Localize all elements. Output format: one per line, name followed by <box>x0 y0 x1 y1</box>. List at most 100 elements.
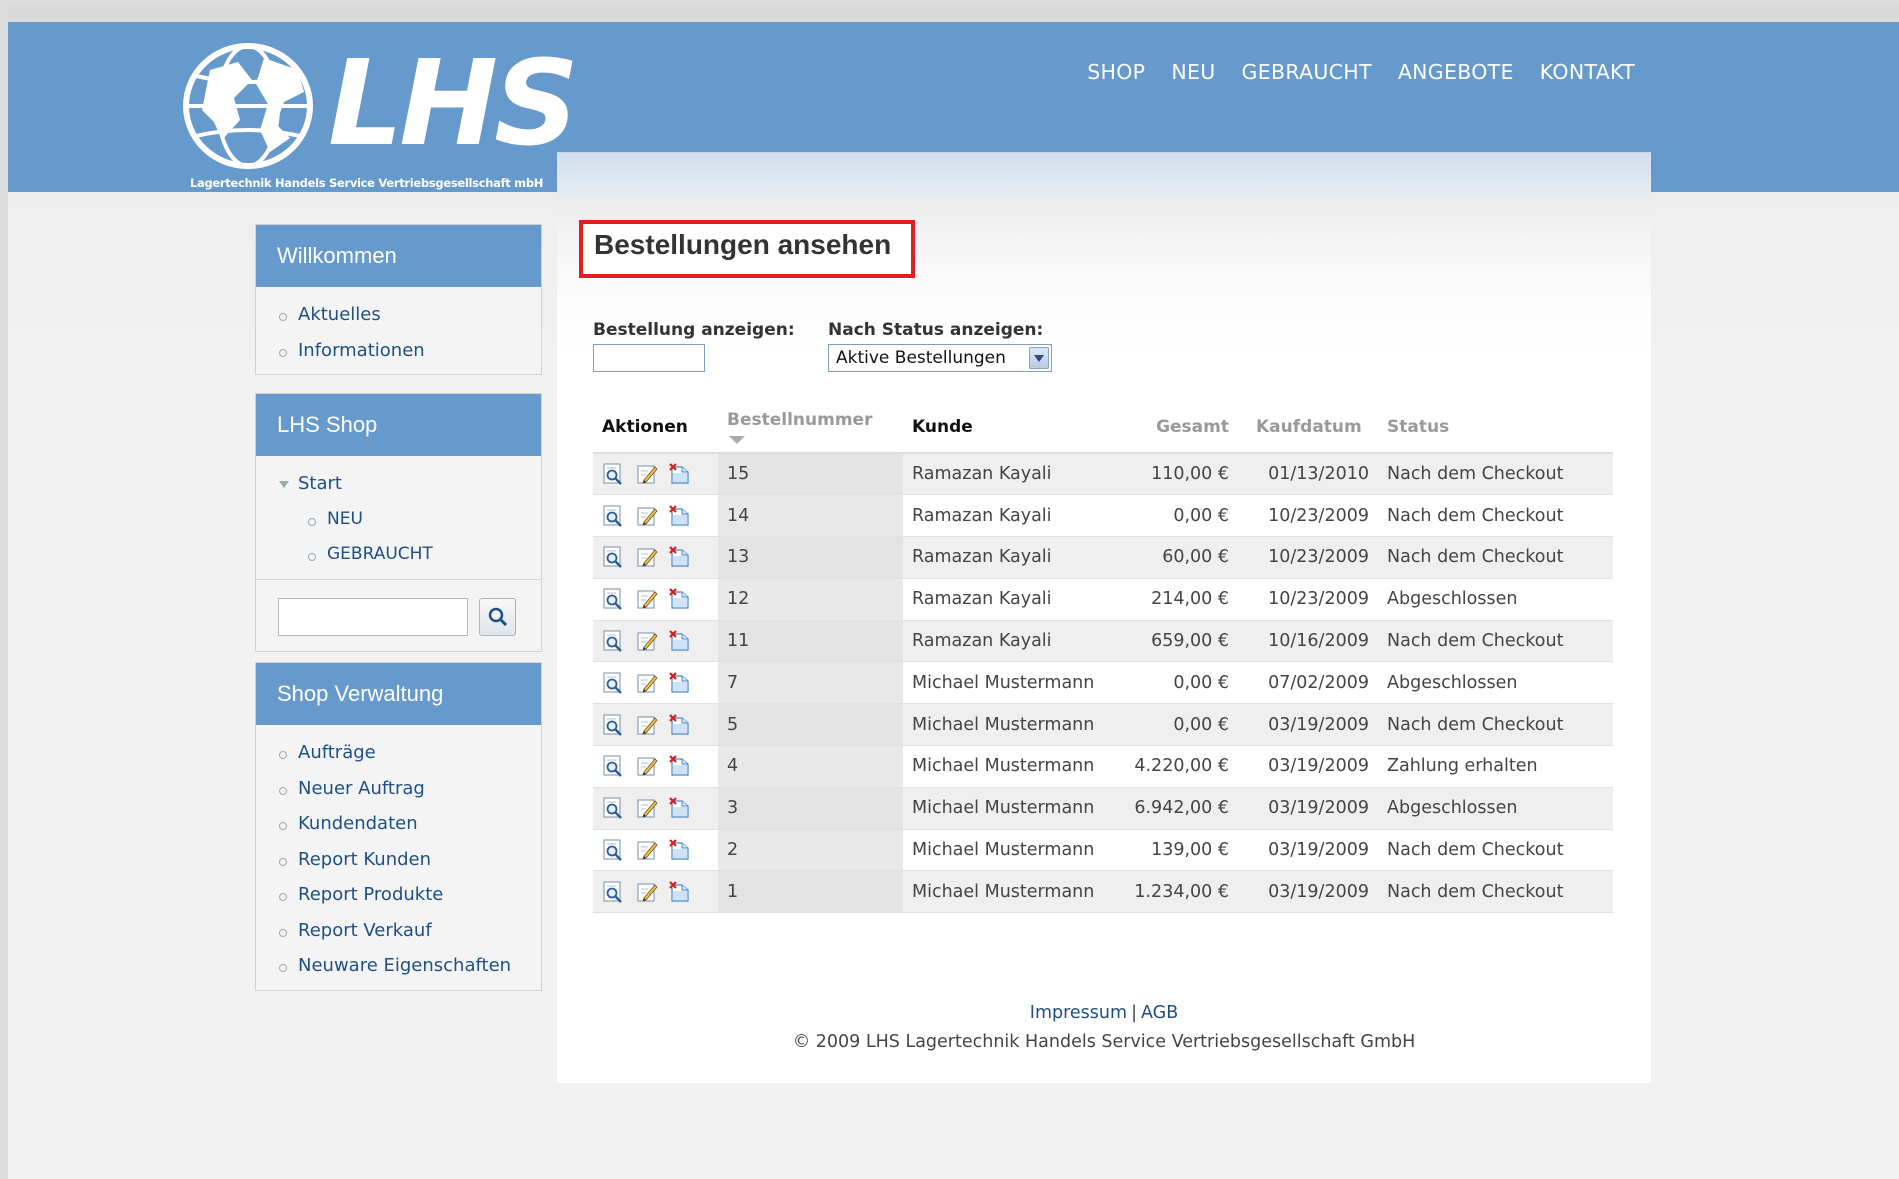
col-header-total[interactable]: Gesamt <box>1108 401 1238 453</box>
magnifier-icon[interactable] <box>602 755 624 778</box>
topnav-shop[interactable]: SHOP <box>1087 60 1145 84</box>
cell-total: 1.234,00 € <box>1108 870 1238 914</box>
sidebar-item-gebraucht[interactable]: GEBRAUCHT <box>256 537 541 573</box>
magnifier-icon[interactable] <box>602 505 624 527</box>
edit-icon[interactable] <box>636 630 658 652</box>
magnifier-icon[interactable] <box>602 546 624 569</box>
logo[interactable]: LHS Lagertechnik Handels Service Vertrie… <box>180 40 579 200</box>
status-select[interactable]: Aktive Bestellungen <box>828 344 1052 372</box>
delete-icon[interactable] <box>669 755 691 777</box>
cell-status: Abgeschlossen <box>1378 661 1613 705</box>
cell-order-number[interactable]: 14 <box>718 494 903 538</box>
magnifier-icon[interactable] <box>602 881 624 903</box>
table-row: 13 Ramazan Kayali 60,00 € 10/23/2009 Nac… <box>593 536 1613 579</box>
cell-customer: Michael Mustermann <box>903 787 1108 830</box>
sidebar-item-report-kunden[interactable]: Report Kunden <box>256 842 541 878</box>
footer-agb-link[interactable]: AGB <box>1141 1003 1178 1023</box>
delete-icon[interactable] <box>669 797 691 819</box>
cell-order-number[interactable]: 12 <box>718 578 903 621</box>
table-row: 4 Michael Mustermann 4.220,00 € 03/19/20… <box>593 745 1613 788</box>
magnifier-icon[interactable] <box>602 714 624 736</box>
sidebar-item-kundendaten[interactable]: Kundendaten <box>256 806 541 842</box>
sidebar-search-button[interactable] <box>479 597 516 636</box>
orders-table: Aktionen Bestellnummer Kunde Gesamt Kauf… <box>593 401 1613 914</box>
magnifier-icon[interactable] <box>602 463 624 485</box>
cell-date: 03/19/2009 <box>1238 870 1378 914</box>
delete-icon[interactable] <box>669 881 691 903</box>
cell-total: 139,00 € <box>1108 829 1238 872</box>
delete-icon[interactable] <box>669 713 691 736</box>
cell-total: 0,00 € <box>1108 494 1238 538</box>
footer-links: Impressum | AGB <box>557 1003 1651 1023</box>
cell-order-number[interactable]: 15 <box>718 453 903 496</box>
row-actions <box>593 745 718 788</box>
row-actions <box>593 494 718 538</box>
col-header-customer[interactable]: Kunde <box>903 401 1108 453</box>
magnifier-icon[interactable] <box>602 588 624 611</box>
delete-icon[interactable] <box>669 546 691 568</box>
delete-icon[interactable] <box>669 630 691 652</box>
cell-status: Nach dem Checkout <box>1378 870 1613 914</box>
edit-icon[interactable] <box>636 755 658 777</box>
sidebar-item-auftraege[interactable]: Aufträge <box>256 735 541 771</box>
cell-customer: Ramazan Kayali <box>903 620 1108 663</box>
sidebar-item-aktuelles[interactable]: Aktuelles <box>256 297 541 333</box>
edit-icon[interactable] <box>636 714 658 736</box>
topnav-neu[interactable]: NEU <box>1171 60 1215 84</box>
edit-icon[interactable] <box>636 463 658 485</box>
chevron-down-icon[interactable] <box>1029 347 1049 369</box>
cell-order-number[interactable]: 7 <box>718 661 903 705</box>
sidebar-shop-title: LHS Shop <box>256 394 541 456</box>
cell-order-number[interactable]: 2 <box>718 829 903 872</box>
cell-order-number[interactable]: 1 <box>718 870 903 914</box>
magnifier-icon[interactable] <box>602 672 624 694</box>
col-header-order-number[interactable]: Bestellnummer <box>718 401 903 453</box>
sidebar-item-neu[interactable]: NEU <box>256 502 541 538</box>
topnav-gebraucht[interactable]: GEBRAUCHT <box>1242 60 1372 84</box>
cell-order-number[interactable]: 3 <box>718 787 903 830</box>
sidebar-item-report-produkte[interactable]: Report Produkte <box>256 877 541 913</box>
delete-icon[interactable] <box>669 463 691 485</box>
search-icon <box>488 607 507 626</box>
cell-order-number[interactable]: 5 <box>718 703 903 747</box>
edit-icon[interactable] <box>636 588 658 610</box>
sidebar-item-informationen[interactable]: Informationen <box>256 333 541 369</box>
main-content: Bestellungen ansehen Bestellung anzeigen… <box>557 196 1651 1083</box>
magnifier-icon[interactable] <box>602 839 624 861</box>
cell-total: 659,00 € <box>1108 620 1238 663</box>
edit-icon[interactable] <box>636 881 658 903</box>
topnav-kontakt[interactable]: KONTAKT <box>1540 60 1635 84</box>
sidebar-search-input[interactable] <box>278 597 468 636</box>
cell-order-number[interactable]: 11 <box>718 620 903 663</box>
order-number-input[interactable] <box>593 344 705 372</box>
delete-icon[interactable] <box>669 672 691 694</box>
magnifier-icon[interactable] <box>602 630 624 652</box>
cell-total: 0,00 € <box>1108 703 1238 747</box>
col-header-date[interactable]: Kaufdatum <box>1238 401 1378 453</box>
delete-icon[interactable] <box>669 588 691 610</box>
edit-icon[interactable] <box>636 797 658 819</box>
edit-icon[interactable] <box>636 505 658 527</box>
topnav-angebote[interactable]: ANGEBOTE <box>1398 60 1514 84</box>
sidebar-admin-title: Shop Verwaltung <box>256 663 541 725</box>
footer-impressum-link[interactable]: Impressum <box>1030 1003 1127 1023</box>
sidebar-item-report-verkauf[interactable]: Report Verkauf <box>256 913 541 949</box>
edit-icon[interactable] <box>636 839 658 861</box>
magnifier-icon[interactable] <box>602 797 624 820</box>
sidebar-item-neuer-auftrag[interactable]: Neuer Auftrag <box>256 771 541 807</box>
sidebar-welcome-title: Willkommen <box>256 225 541 287</box>
delete-icon[interactable] <box>669 504 691 527</box>
edit-icon[interactable] <box>636 546 658 568</box>
delete-icon[interactable] <box>669 839 691 861</box>
cell-total: 4.220,00 € <box>1108 745 1238 788</box>
cell-date: 03/19/2009 <box>1238 703 1378 747</box>
sidebar-item-start[interactable]: Start <box>256 466 541 502</box>
cell-order-number[interactable]: 4 <box>718 745 903 788</box>
edit-icon[interactable] <box>636 672 658 694</box>
status-select-value: Aktive Bestellungen <box>836 348 1006 368</box>
col-header-status[interactable]: Status <box>1378 401 1613 453</box>
cell-order-number[interactable]: 13 <box>718 536 903 579</box>
sidebar-item-neuware-eigenschaften[interactable]: Neuware Eigenschaften <box>256 948 541 984</box>
cell-customer: Ramazan Kayali <box>903 494 1108 538</box>
cell-customer: Ramazan Kayali <box>903 578 1108 621</box>
